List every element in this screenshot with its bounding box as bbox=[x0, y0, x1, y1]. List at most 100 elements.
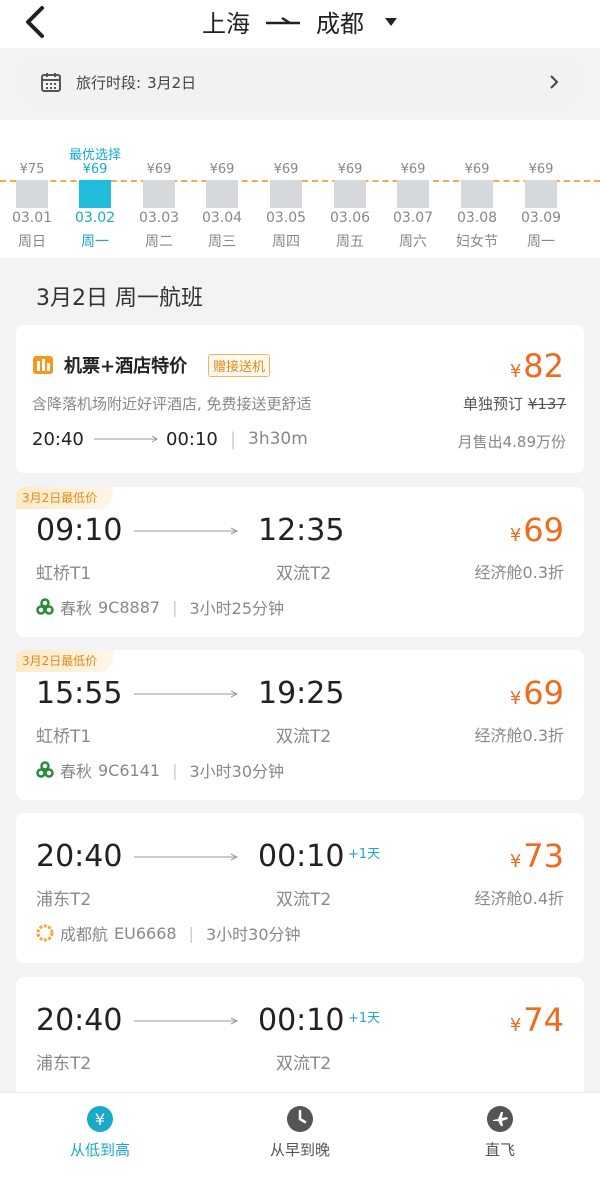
travel-period-selector[interactable]: 旅行时段: 3月2日 bbox=[16, 57, 584, 107]
flight-arrow-icon bbox=[134, 690, 238, 698]
cabin-discount: 经济舱0.3折 bbox=[474, 563, 564, 582]
departure-airport: 浦东T2 bbox=[36, 890, 92, 910]
departure-time: 09:10 bbox=[36, 513, 123, 548]
direct-flight-filter-button[interactable]: 直飞 bbox=[420, 1105, 580, 1160]
day-weekday: 周日 bbox=[18, 234, 46, 250]
flight-arrow-icon bbox=[134, 527, 238, 535]
airline-name: 成都航 bbox=[60, 925, 109, 944]
hotel-package-icon bbox=[33, 356, 53, 374]
airline-info: 成都航 EU6668 | 3小时30分钟 bbox=[36, 921, 301, 945]
currency-symbol: ¥ bbox=[509, 851, 522, 872]
currency-symbol: ¥ bbox=[509, 1015, 522, 1036]
price-value: 69 bbox=[523, 674, 564, 712]
day-price: ¥69 bbox=[146, 162, 172, 177]
price-calendar: ¥75 03.01 周日 最优选择 ¥69 03.02 周一 ¥69 03.03… bbox=[0, 120, 600, 258]
route-selector[interactable]: 上海 成都 bbox=[0, 4, 600, 39]
sort-time-early-late-button[interactable]: 从早到晚 bbox=[220, 1105, 380, 1160]
day-weekday: 周六 bbox=[399, 234, 427, 250]
chengdu-airlines-icon bbox=[36, 924, 54, 942]
day-price: ¥75 bbox=[19, 162, 45, 177]
sort-price-low-high-button[interactable]: ¥ 从低到高 bbox=[20, 1105, 180, 1160]
lowest-price-tag: 3月2日最低价 bbox=[16, 650, 114, 672]
day-weekday: 周一 bbox=[527, 234, 555, 250]
airline-name: 春秋 bbox=[60, 762, 93, 781]
day-price: ¥69 bbox=[337, 162, 363, 177]
cabin-discount: 经济舱0.4折 bbox=[474, 889, 564, 908]
day-date: 03.07 bbox=[392, 210, 434, 226]
departure-airport: 虹桥T1 bbox=[36, 727, 92, 747]
day-weekday: 周二 bbox=[145, 234, 173, 250]
day-price-bar bbox=[143, 180, 175, 208]
chevron-right-icon bbox=[550, 75, 559, 89]
day-date: 03.01 bbox=[11, 210, 53, 226]
package-description: 含降落机场附近好评酒店, 免费接送更舒适 bbox=[32, 395, 312, 413]
day-date: 03.02 bbox=[74, 210, 116, 226]
monthly-sales: 月售出4.89万份 bbox=[457, 433, 566, 451]
arrival-time: 12:35 bbox=[258, 513, 345, 548]
section-title: 3月2日 周一航班 bbox=[36, 286, 203, 311]
yuan-icon: ¥ bbox=[87, 1106, 113, 1132]
flight-duration: 3h30m bbox=[248, 429, 308, 449]
flight-number: 9C8887 bbox=[98, 597, 161, 617]
day-price-bar bbox=[79, 180, 111, 208]
price-value: 74 bbox=[523, 1001, 564, 1039]
currency-symbol: ¥ bbox=[509, 361, 522, 382]
cabin-discount: 经济舱0.3折 bbox=[474, 726, 564, 745]
route-arrow-icon bbox=[266, 16, 300, 24]
plane-icon bbox=[487, 1106, 513, 1132]
day-weekday: 周五 bbox=[336, 234, 364, 250]
day-price: ¥69 bbox=[82, 162, 108, 177]
arrival-airport: 双流T2 bbox=[276, 890, 332, 910]
flight-price: ¥73 bbox=[510, 837, 564, 875]
flight-card[interactable]: 20:40 00:10 +1天 ¥73 浦东T2 双流T2 经济舱0.4折 成都… bbox=[16, 813, 584, 963]
solo-label: 单独预订 bbox=[463, 395, 524, 413]
day-price-bar bbox=[397, 180, 429, 208]
day-date: 03.03 bbox=[138, 210, 180, 226]
day-date: 03.06 bbox=[329, 210, 371, 226]
day-date: 03.08 bbox=[456, 210, 498, 226]
flight-card[interactable]: 3月2日最低价 09:10 12:35 ¥69 虹桥T1 双流T2 经济舱0.3… bbox=[16, 487, 584, 637]
divider: | bbox=[172, 597, 178, 617]
arrival-time: 00:10 bbox=[166, 429, 218, 450]
day-weekday: 周三 bbox=[208, 234, 236, 250]
calendar-icon bbox=[41, 73, 61, 92]
spring-airlines-icon bbox=[36, 598, 54, 615]
flight-price: ¥69 bbox=[510, 674, 564, 712]
flight-arrow-icon bbox=[134, 1017, 238, 1025]
day-price: ¥69 bbox=[464, 162, 490, 177]
currency-symbol: ¥ bbox=[509, 688, 522, 709]
spring-airlines-icon bbox=[36, 761, 54, 778]
divider: | bbox=[188, 923, 194, 943]
travel-period-value: 3月2日 bbox=[147, 73, 197, 92]
top-bar: 上海 成都 bbox=[0, 0, 600, 48]
bottom-sort-bar: ¥ 从低到高 从早到晚 直飞 bbox=[0, 1092, 600, 1182]
day-price: ¥69 bbox=[400, 162, 426, 177]
currency-symbol: ¥ bbox=[509, 525, 522, 546]
svg-text:¥: ¥ bbox=[95, 1110, 105, 1129]
flight-card[interactable]: 3月2日最低价 15:55 19:25 ¥69 虹桥T1 双流T2 经济舱0.3… bbox=[16, 650, 584, 800]
best-choice-label: 最优选择 bbox=[68, 148, 121, 163]
divider: | bbox=[172, 760, 178, 780]
departure-airport: 浦东T2 bbox=[36, 1054, 92, 1074]
destination-city: 成都 bbox=[316, 10, 364, 38]
flight-number: EU6668 bbox=[114, 923, 177, 943]
day-weekday: 周一 bbox=[81, 234, 109, 250]
package-price: ¥82 bbox=[510, 347, 564, 385]
flight-price: ¥69 bbox=[510, 511, 564, 549]
day-price: ¥69 bbox=[209, 162, 235, 177]
arrival-airport: 双流T2 bbox=[276, 564, 332, 584]
airline-name: 春秋 bbox=[60, 599, 93, 618]
origin-city: 上海 bbox=[202, 10, 250, 38]
day-date: 03.05 bbox=[265, 210, 307, 226]
caret-down-icon[interactable] bbox=[384, 17, 398, 27]
clock-icon bbox=[287, 1106, 313, 1132]
flight-duration: 3小时25分钟 bbox=[189, 599, 285, 618]
arrival-time: 00:10 bbox=[258, 839, 345, 874]
package-badge: 赠接送机 bbox=[208, 354, 271, 377]
day-price-bar bbox=[206, 180, 238, 208]
travel-period-label: 旅行时段: bbox=[76, 73, 142, 92]
package-title: 机票+酒店特价 bbox=[64, 356, 188, 377]
day-price-bar bbox=[461, 180, 493, 208]
price-value: 82 bbox=[523, 347, 564, 385]
flight-hotel-package-card[interactable]: 机票+酒店特价 赠接送机 ¥82 含降落机场附近好评酒店, 免费接送更舒适 单独… bbox=[16, 325, 584, 473]
